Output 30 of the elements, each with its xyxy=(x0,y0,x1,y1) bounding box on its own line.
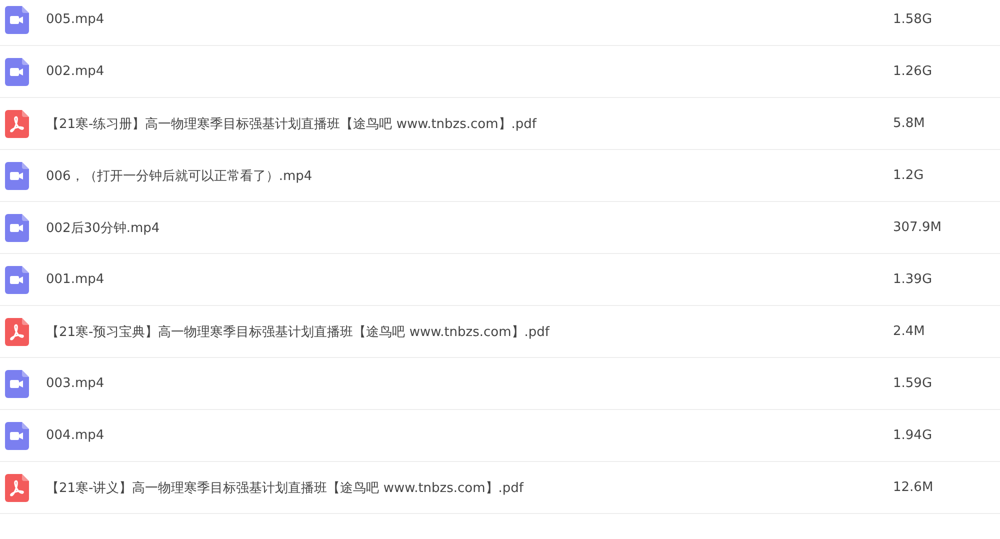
video-file-icon xyxy=(5,6,29,34)
file-size: 12.6M xyxy=(893,480,934,495)
file-size: 1.26G xyxy=(893,64,934,79)
file-size: 1.94G xyxy=(893,428,934,443)
video-file-icon xyxy=(5,370,29,398)
file-name[interactable]: 【21寒-练习册】高一物理寒季目标强基计划直播班【途鸟吧 www.tnbzs.com】.pdf xyxy=(46,114,893,132)
file-name[interactable]: 001.mp4 xyxy=(46,272,893,287)
file-size: 1.2G xyxy=(893,168,925,183)
file-size: 307.9M xyxy=(893,220,942,235)
pdf-file-icon xyxy=(5,318,29,346)
file-size: 5.8M xyxy=(893,116,926,131)
video-file-icon xyxy=(5,214,29,242)
file-size: 1.39G xyxy=(893,272,934,287)
file-name[interactable]: 003.mp4 xyxy=(46,376,893,391)
pdf-file-icon xyxy=(5,474,29,502)
file-size: 1.58G xyxy=(893,12,934,27)
file-name[interactable]: 【21寒-讲义】高一物理寒季目标强基计划直播班【途鸟吧 www.tnbzs.com】.pdf xyxy=(46,478,893,496)
file-name[interactable]: 002后30分钟.mp4 xyxy=(46,218,893,236)
file-name[interactable]: 002.mp4 xyxy=(46,64,893,79)
video-file-icon xyxy=(5,422,29,450)
file-name[interactable]: 006，（打开一分钟后就可以正常看了）.mp4 xyxy=(46,166,893,184)
video-file-icon xyxy=(5,58,29,86)
file-name[interactable]: 004.mp4 xyxy=(46,428,893,443)
video-file-icon xyxy=(5,266,29,294)
pdf-file-icon xyxy=(5,110,29,138)
file-name[interactable]: 005.mp4 xyxy=(46,12,893,27)
file-name[interactable]: 【21寒-预习宝典】高一物理寒季目标强基计划直播班【途鸟吧 www.tnbzs.com】.pdf xyxy=(46,322,893,340)
video-file-icon xyxy=(5,162,29,190)
file-size: 2.4M xyxy=(893,324,926,339)
file-size: 1.59G xyxy=(893,376,934,391)
